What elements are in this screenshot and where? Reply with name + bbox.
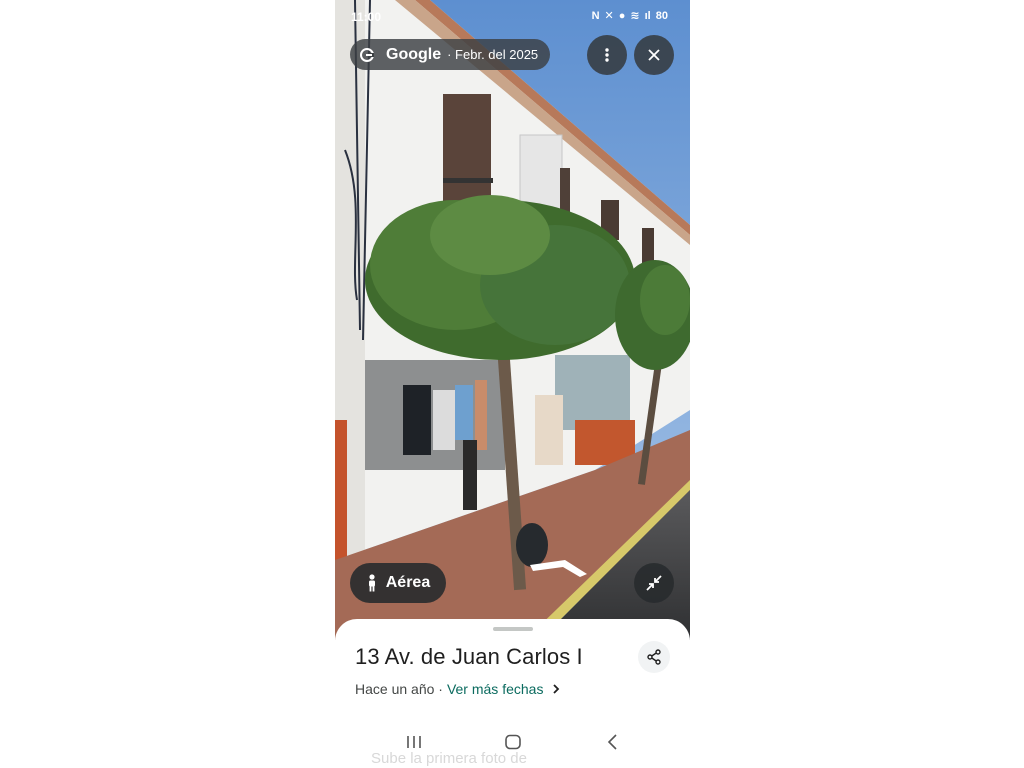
close-button[interactable] — [634, 35, 674, 75]
home-icon[interactable] — [504, 734, 522, 750]
recents-icon[interactable] — [405, 734, 423, 750]
more-options-button[interactable] — [587, 35, 627, 75]
drag-handle[interactable] — [493, 627, 533, 631]
mute-icon: ✕ — [604, 10, 614, 22]
location-icon: ● — [618, 10, 626, 22]
close-icon — [648, 49, 660, 61]
capture-age: Hace un año · — [355, 681, 443, 697]
system-navigation-bar — [335, 734, 690, 756]
status-time: 11:00 — [351, 10, 382, 24]
back-icon[interactable] — [605, 734, 621, 750]
capture-date: · Febr. del 2025 — [447, 47, 539, 62]
exit-fullscreen-icon — [646, 575, 662, 591]
wifi-icon: ≋ — [630, 10, 640, 22]
more-vert-icon — [605, 48, 609, 62]
aerial-label: Aérea — [385, 574, 431, 591]
google-g-icon — [360, 47, 374, 62]
battery-level: 80 — [655, 10, 668, 22]
nfc-icon: N — [591, 10, 600, 22]
status-bar: 11:00 N ✕ ● ≋ ıl 80 — [335, 6, 690, 26]
share-button[interactable] — [638, 641, 670, 673]
share-icon — [647, 649, 661, 665]
date-row: Hace un año · Ver más fechas — [355, 681, 561, 697]
street-view-scene — [335, 0, 690, 640]
chevron-right-icon[interactable] — [551, 683, 561, 695]
aerial-view-button[interactable]: Aérea — [350, 563, 446, 603]
imagery-source-pill[interactable]: Google · Febr. del 2025 — [350, 39, 551, 70]
place-bottom-sheet[interactable]: 13 Av. de Juan Carlos I Hace un año · Ve… — [335, 619, 690, 768]
phone-screen: 11:00 N ✕ ● ≋ ıl 80 Google · Febr. del 2… — [335, 0, 690, 768]
pegman-icon — [368, 574, 375, 592]
brand-label: Google — [386, 45, 442, 63]
place-address: 13 Av. de Juan Carlos I — [355, 644, 583, 669]
status-icons: N ✕ ● ≋ ıl 80 — [592, 9, 668, 23]
signal-icon: ıl — [644, 10, 651, 22]
more-dates-link[interactable]: Ver más fechas — [447, 681, 544, 697]
exit-fullscreen-button[interactable] — [634, 563, 674, 603]
street-view-image[interactable] — [335, 0, 690, 640]
